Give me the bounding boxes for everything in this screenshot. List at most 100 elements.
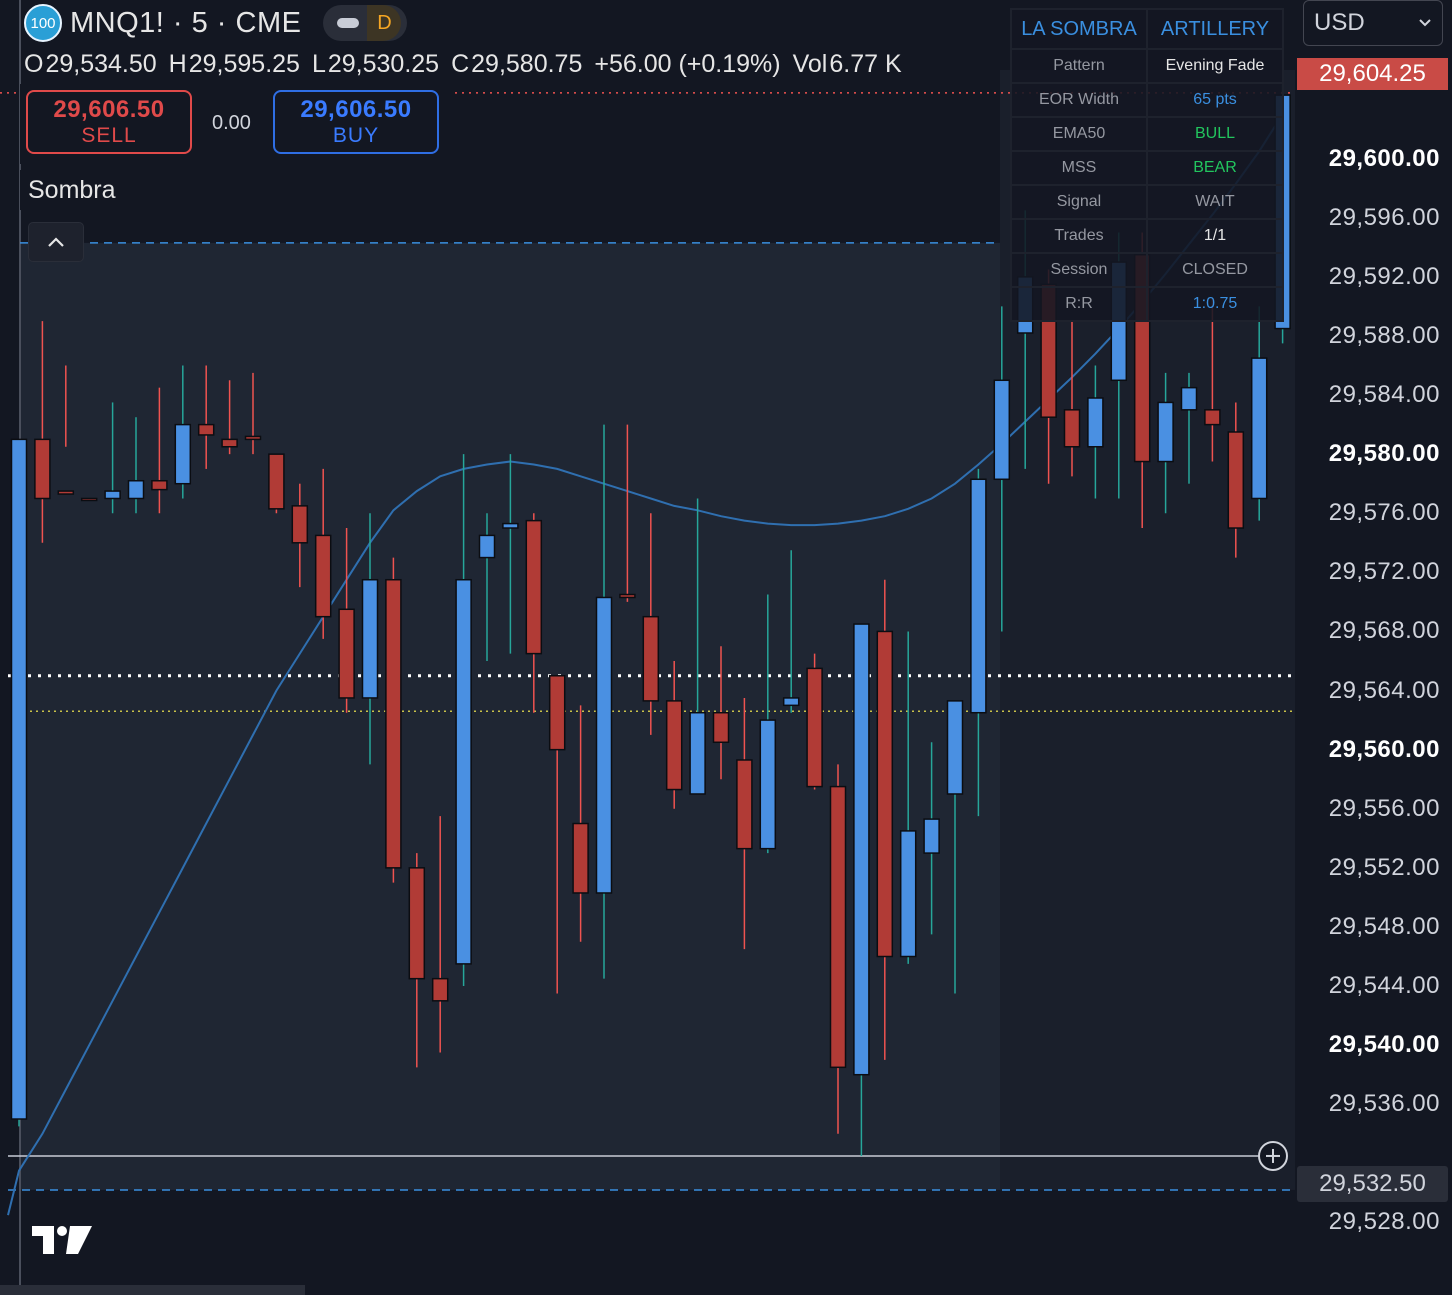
- candle-body: [759, 719, 777, 850]
- candle-body: [689, 711, 706, 795]
- info-table-subtitle: ARTILLERY: [1146, 8, 1284, 50]
- info-row-value: 1/1: [1146, 218, 1284, 254]
- candle-body: [876, 630, 894, 958]
- change-value: +56.00 (+0.19%): [594, 50, 781, 78]
- candle-body: [455, 578, 472, 965]
- sell-button[interactable]: 29,606.50 SELL: [26, 90, 192, 154]
- candle-body: [314, 534, 332, 618]
- candle-body: [268, 453, 285, 510]
- candle-body: [1087, 397, 1104, 448]
- candle-body: [1250, 357, 1268, 500]
- horizontal-scrollbar[interactable]: [0, 1285, 305, 1295]
- candle-body: [174, 423, 192, 485]
- candle-body: [244, 435, 262, 441]
- open-value: 29,534.50: [45, 50, 157, 78]
- info-row-key: Trades: [1010, 218, 1148, 254]
- candle-body: [1063, 409, 1081, 448]
- add-alert-icon[interactable]: [1258, 1140, 1288, 1171]
- spread-value: 0.00: [212, 112, 251, 134]
- candle-body: [127, 479, 145, 500]
- candle-body: [829, 785, 847, 1069]
- candle-body: [712, 711, 730, 744]
- session-zone: [20, 242, 1000, 1190]
- info-row-value: 1:0.75: [1146, 286, 1284, 322]
- close-label: C: [451, 50, 470, 78]
- candle-body: [1180, 386, 1198, 411]
- info-row-value: Evening Fade: [1146, 48, 1284, 84]
- info-row: Trades 1/1: [1010, 218, 1284, 254]
- info-row-key: EMA50: [1010, 116, 1148, 152]
- price-tick-label: 29,548.00: [1328, 912, 1440, 940]
- candle-body: [408, 867, 426, 980]
- info-row-key: EOR Width: [1010, 82, 1148, 118]
- delay-indicator: D: [367, 5, 402, 41]
- candle-body: [57, 490, 75, 495]
- info-row-key: MSS: [1010, 150, 1148, 186]
- price-tick-label: 29,596.00: [1328, 203, 1440, 231]
- candle-body: [10, 438, 28, 1120]
- high-label: H: [168, 50, 187, 78]
- info-row-key: Signal: [1010, 184, 1148, 220]
- collapse-legend-button[interactable]: [28, 222, 84, 262]
- candle-body: [806, 667, 823, 788]
- candle-body: [151, 479, 168, 491]
- price-tick-label: 29,544.00: [1328, 972, 1440, 1000]
- candle-body: [923, 818, 940, 854]
- price-tick-label: 29,568.00: [1328, 617, 1440, 645]
- open-label: O: [24, 50, 44, 78]
- price-tick-label: 29,536.00: [1328, 1090, 1440, 1118]
- currency-select[interactable]: USD: [1303, 0, 1443, 46]
- indicator-name[interactable]: Sombra: [20, 170, 124, 210]
- info-row-key: R:R: [1010, 286, 1148, 322]
- info-row: Session CLOSED: [1010, 252, 1284, 288]
- high-value: 29,595.25: [188, 50, 300, 78]
- candle-body: [431, 977, 449, 1002]
- candle-body: [34, 438, 51, 500]
- price-tick-label: 29,528.00: [1328, 1208, 1440, 1236]
- price-tick-label: 29,588.00: [1328, 321, 1440, 349]
- candle-body: [104, 490, 121, 500]
- chevron-down-icon: [1419, 19, 1431, 27]
- candle-body: [197, 423, 215, 436]
- candle-body: [619, 593, 636, 599]
- volume-label: Vol: [792, 50, 828, 78]
- candle-body: [385, 578, 402, 869]
- price-tick-label: 29,576.00: [1328, 499, 1440, 527]
- price-tick-label: 29,580.00: [1328, 440, 1440, 468]
- candle-body: [338, 608, 355, 699]
- price-axis[interactable]: USD 29,600.00 29,596.00 29,592.00 29,588.00…: [1295, 0, 1452, 1295]
- candle-body: [1204, 409, 1221, 426]
- tradingview-logo-icon: [32, 1226, 92, 1254]
- info-row-value: 65 pts: [1146, 82, 1284, 118]
- low-value: 29,530.25: [327, 50, 440, 78]
- candle-body: [525, 519, 543, 655]
- info-row: EMA50 BULL: [1010, 116, 1284, 152]
- price-tick-label: 29,600.00: [1328, 144, 1440, 172]
- candle-body: [642, 615, 660, 702]
- candle-body: [899, 830, 917, 958]
- sell-label: SELL: [81, 123, 137, 147]
- info-row-value: BULL: [1146, 116, 1284, 152]
- price-tick-label: 29,560.00: [1328, 735, 1440, 763]
- candle-body: [782, 697, 800, 707]
- candle-body: [548, 675, 566, 751]
- info-row: MSS BEAR: [1010, 150, 1284, 186]
- tradingview-logo[interactable]: [30, 1222, 94, 1263]
- crosshair-price-label: 29,532.50: [1297, 1166, 1448, 1202]
- symbol-badge[interactable]: 100: [24, 4, 62, 42]
- candle-body: [946, 700, 964, 795]
- buy-button[interactable]: 29,606.50 BUY: [273, 90, 439, 154]
- replay-toggle[interactable]: D: [323, 5, 408, 41]
- low-label: L: [311, 50, 326, 78]
- sell-price: 29,606.50: [53, 96, 165, 124]
- chevron-up-icon: [48, 237, 64, 247]
- candle-body: [478, 534, 496, 559]
- buy-label: BUY: [332, 123, 380, 147]
- info-row: R:R 1:0.75: [1010, 286, 1284, 322]
- trade-panel: 29,606.50 SELL 0.00 29,606.50 BUY: [20, 84, 452, 164]
- info-row: Pattern Evening Fade: [1010, 48, 1284, 84]
- symbol-title[interactable]: MNQ1! · 5 · CME: [70, 7, 301, 40]
- buy-price: 29,606.50: [300, 96, 412, 124]
- close-value: 29,580.75: [471, 50, 583, 78]
- candle-body: [502, 522, 519, 529]
